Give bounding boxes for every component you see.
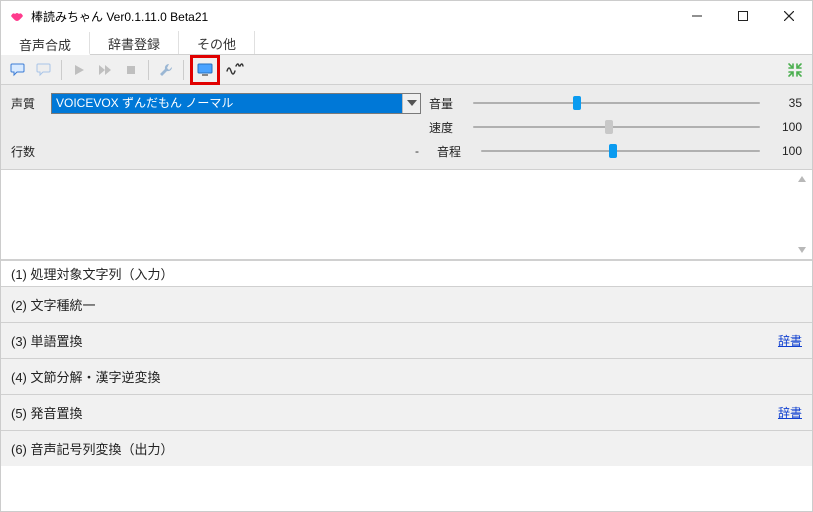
- voice-select-value: VOICEVOX ずんだもん ノーマル: [52, 94, 402, 113]
- volume-value: 35: [776, 96, 802, 110]
- section-row-3[interactable]: (3) 単語置換 辞書: [1, 322, 812, 358]
- section-label: (2) 文字種統一: [11, 295, 96, 314]
- scroll-down-icon[interactable]: [796, 245, 808, 255]
- section-label: (1) 処理対象文字列（入力）: [11, 264, 174, 283]
- voice-select[interactable]: VOICEVOX ずんだもん ノーマル: [51, 93, 421, 114]
- volume-label: 音量: [429, 95, 461, 112]
- speed-value: 100: [776, 120, 802, 134]
- speech-balloon-button[interactable]: [7, 59, 29, 81]
- play-button[interactable]: [68, 59, 90, 81]
- maximize-button[interactable]: [720, 1, 766, 31]
- speed-slider[interactable]: [473, 118, 760, 136]
- voice-label: 声質: [11, 95, 43, 112]
- section-label: (6) 音声記号列変換（出力）: [11, 439, 174, 458]
- dict-link[interactable]: 辞書: [778, 404, 802, 421]
- lines-label: 行数: [11, 143, 43, 160]
- tab-other[interactable]: その他: [179, 31, 255, 54]
- chevron-down-icon[interactable]: [402, 94, 420, 113]
- tab-dictionary[interactable]: 辞書登録: [90, 31, 179, 54]
- dict-link[interactable]: 辞書: [778, 332, 802, 349]
- toolbar-separator: [61, 60, 62, 80]
- pitch-slider[interactable]: [481, 142, 760, 160]
- section-row-6[interactable]: (6) 音声記号列変換（出力）: [1, 430, 812, 466]
- lines-value: -: [411, 144, 423, 158]
- window-title: 棒読みちゃん Ver0.1.11.0 Beta21: [31, 8, 674, 25]
- section-label: (5) 発音置換: [11, 403, 83, 422]
- speech-balloon-dim-button[interactable]: [33, 59, 55, 81]
- title-bar: 棒読みちゃん Ver0.1.11.0 Beta21: [1, 1, 812, 31]
- toolbar: [1, 55, 812, 85]
- close-button[interactable]: [766, 1, 812, 31]
- tab-voice-synthesis[interactable]: 音声合成: [1, 32, 90, 55]
- lips-icon: [9, 8, 25, 24]
- stop-button[interactable]: [120, 59, 142, 81]
- highlight-box: [190, 55, 220, 85]
- section-row-1[interactable]: (1) 処理対象文字列（入力）: [1, 260, 812, 286]
- toolbar-separator: [183, 60, 184, 80]
- section-row-2[interactable]: (2) 文字種統一: [1, 286, 812, 322]
- wrench-button[interactable]: [155, 59, 177, 81]
- scroll-up-icon[interactable]: [796, 174, 808, 184]
- section-row-4[interactable]: (4) 文節分解・漢字逆変換: [1, 358, 812, 394]
- controls-panel: 声質 VOICEVOX ずんだもん ノーマル 音量 35 速度 100 行数 -…: [1, 85, 812, 170]
- section-row-5[interactable]: (5) 発音置換 辞書: [1, 394, 812, 430]
- tab-strip: 音声合成 辞書登録 その他: [1, 31, 812, 55]
- minimize-button[interactable]: [674, 1, 720, 31]
- section-label: (3) 単語置換: [11, 331, 83, 350]
- compress-button[interactable]: [784, 59, 806, 81]
- monitor-button[interactable]: [194, 59, 216, 81]
- toolbar-separator: [148, 60, 149, 80]
- volume-slider[interactable]: [473, 94, 760, 112]
- speed-label: 速度: [429, 119, 461, 136]
- pitch-value: 100: [776, 144, 802, 158]
- fast-forward-button[interactable]: [94, 59, 116, 81]
- pulse-button[interactable]: [224, 59, 246, 81]
- section-label: (4) 文節分解・漢字逆変換: [11, 367, 161, 386]
- input-text-area[interactable]: [1, 170, 812, 260]
- pitch-label: 音程: [437, 143, 469, 160]
